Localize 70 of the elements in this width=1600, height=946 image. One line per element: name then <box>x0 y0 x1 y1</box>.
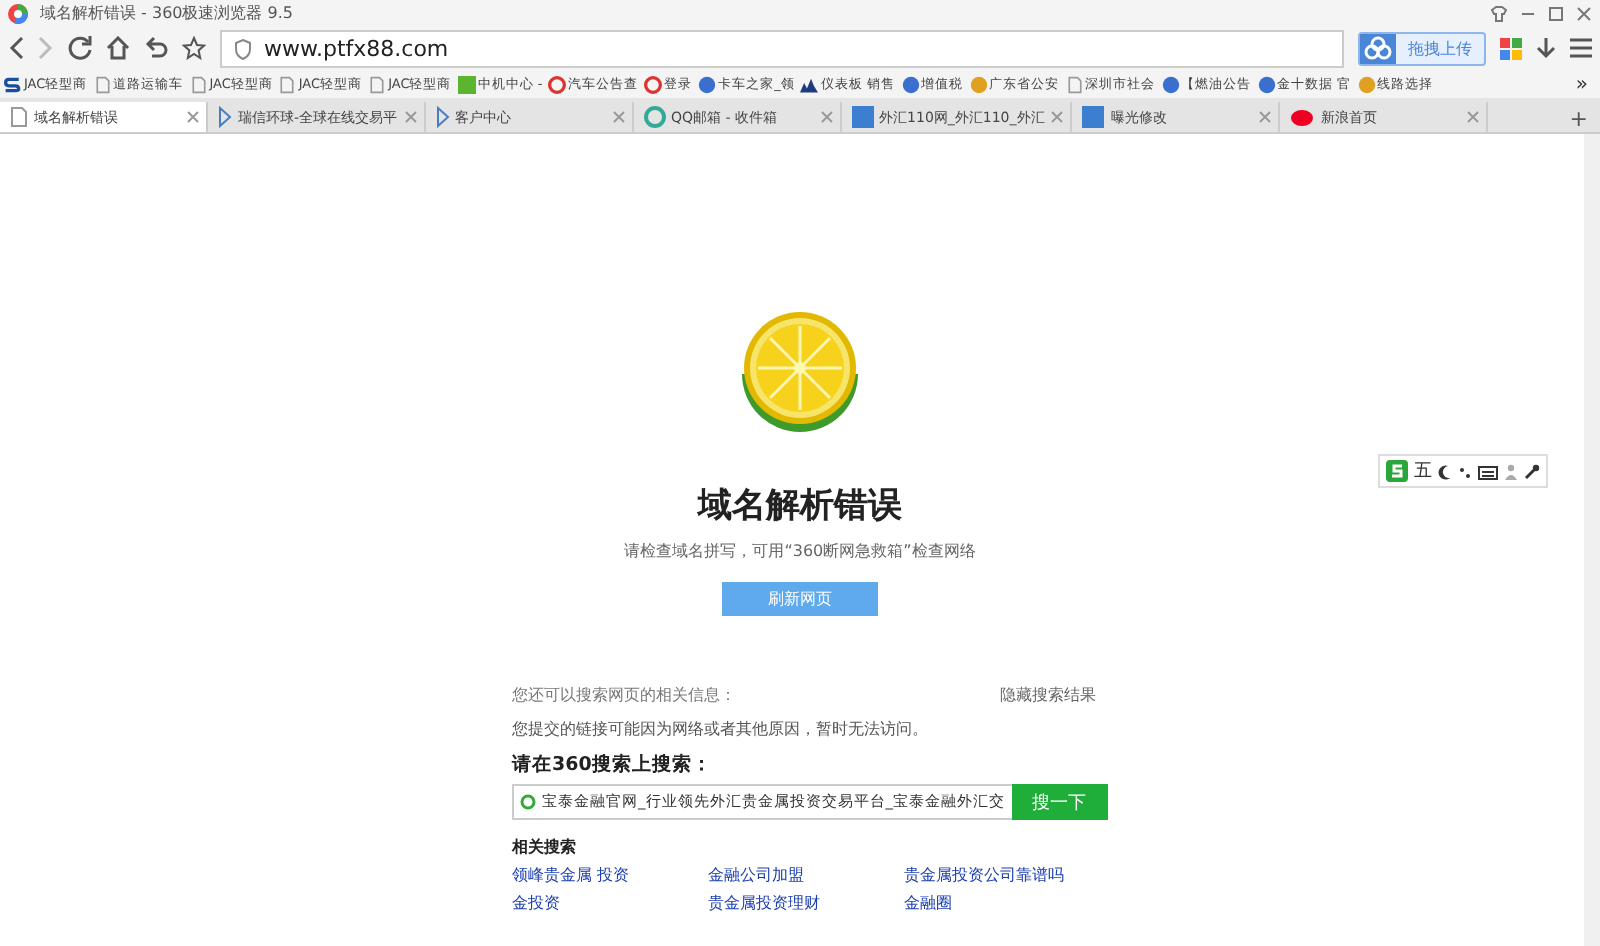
ime-toolbar[interactable]: 五 <box>1378 454 1548 488</box>
home-icon[interactable] <box>106 36 130 60</box>
page-icon <box>278 75 297 93</box>
related-link[interactable]: 金融公司加盟 <box>708 864 904 886</box>
close-icon[interactable] <box>186 110 200 124</box>
eye-logo-icon <box>1290 107 1315 127</box>
close-icon[interactable] <box>611 110 626 124</box>
circle-logo-icon <box>901 75 919 93</box>
reload-icon[interactable] <box>68 36 92 60</box>
close-icon[interactable] <box>403 110 418 124</box>
circle-logo-icon <box>698 75 717 93</box>
hide-results-link[interactable]: 隐藏搜索结果 <box>1000 684 1096 706</box>
error-hint: 请检查域名拼写，可用“360断网急救箱”检查网络 <box>624 540 976 562</box>
circle-logo-icon <box>969 75 987 93</box>
moon-icon <box>1438 463 1452 479</box>
menu-icon[interactable] <box>1570 38 1592 58</box>
circle-logo-icon <box>548 75 567 93</box>
search-prompt: 请在360搜索上搜索： <box>512 752 714 778</box>
close-icon[interactable] <box>1258 110 1273 124</box>
page-icon <box>93 75 112 93</box>
related-link[interactable]: 领峰贵金属 投资 <box>512 864 708 886</box>
related-link[interactable]: 金融圈 <box>904 892 1100 914</box>
error-heading: 域名解析错误 <box>698 484 902 528</box>
maximize-icon[interactable] <box>1548 5 1564 21</box>
url-text: www.ptfx88.com <box>264 35 449 61</box>
page-icon <box>1065 75 1083 93</box>
related-link[interactable]: 金投资 <box>512 892 708 914</box>
close-icon[interactable] <box>1466 110 1481 124</box>
s-logo-icon <box>4 75 22 93</box>
info-text: 您还可以搜索网页的相关信息： <box>512 684 736 706</box>
close-icon[interactable] <box>819 110 834 124</box>
s-logo-icon <box>1386 460 1408 482</box>
shirt-icon[interactable] <box>1490 5 1508 21</box>
related-link[interactable]: 贵金属投资公司靠谱吗 <box>904 864 1100 886</box>
wrench-icon <box>1524 463 1540 479</box>
square-logo-icon <box>851 106 874 128</box>
square-logo-icon <box>1082 106 1105 128</box>
close-icon[interactable] <box>1576 5 1592 21</box>
related-link[interactable]: 贵金属投资理财 <box>708 892 904 914</box>
back-icon[interactable] <box>8 36 24 60</box>
circle-logo-icon <box>643 106 666 128</box>
keyboard-icon <box>1478 463 1498 479</box>
punctuation-icon <box>1458 463 1472 479</box>
scrollbar[interactable] <box>1584 134 1600 946</box>
search-logo-icon <box>520 794 536 810</box>
circle-logo-icon <box>1161 75 1179 93</box>
arrow-icon <box>435 106 450 128</box>
download-icon[interactable] <box>1536 36 1556 60</box>
circle-logo-icon <box>1257 75 1275 93</box>
page-icon <box>189 75 208 93</box>
star-icon[interactable] <box>182 36 206 60</box>
cloud-icon <box>1360 33 1396 63</box>
apps-icon[interactable] <box>1500 37 1522 59</box>
shield-icon <box>234 37 252 59</box>
notice-text: 您提交的链接可能因为网络或者其他原因，暂时无法访问。 <box>512 718 930 740</box>
page-icon <box>10 106 28 128</box>
close-icon[interactable] <box>1050 110 1065 124</box>
related-heading: 相关搜索 <box>512 836 578 858</box>
arrow-icon <box>218 106 232 128</box>
more-bookmarks-button[interactable]: » <box>1575 73 1596 95</box>
undo-icon[interactable] <box>144 36 168 60</box>
square-logo-icon <box>457 75 476 93</box>
new-tab-button[interactable]: + <box>1557 106 1600 132</box>
circle-logo-icon <box>644 75 663 93</box>
circle-logo-icon <box>1357 75 1376 93</box>
window-title: 域名解析错误 - 360极速浏览器 9.5 <box>40 2 294 24</box>
page-icon <box>368 75 387 93</box>
chart-icon <box>800 75 819 93</box>
address-bar[interactable]: www.ptfx88.com <box>220 29 1344 67</box>
person-icon <box>1504 463 1518 479</box>
